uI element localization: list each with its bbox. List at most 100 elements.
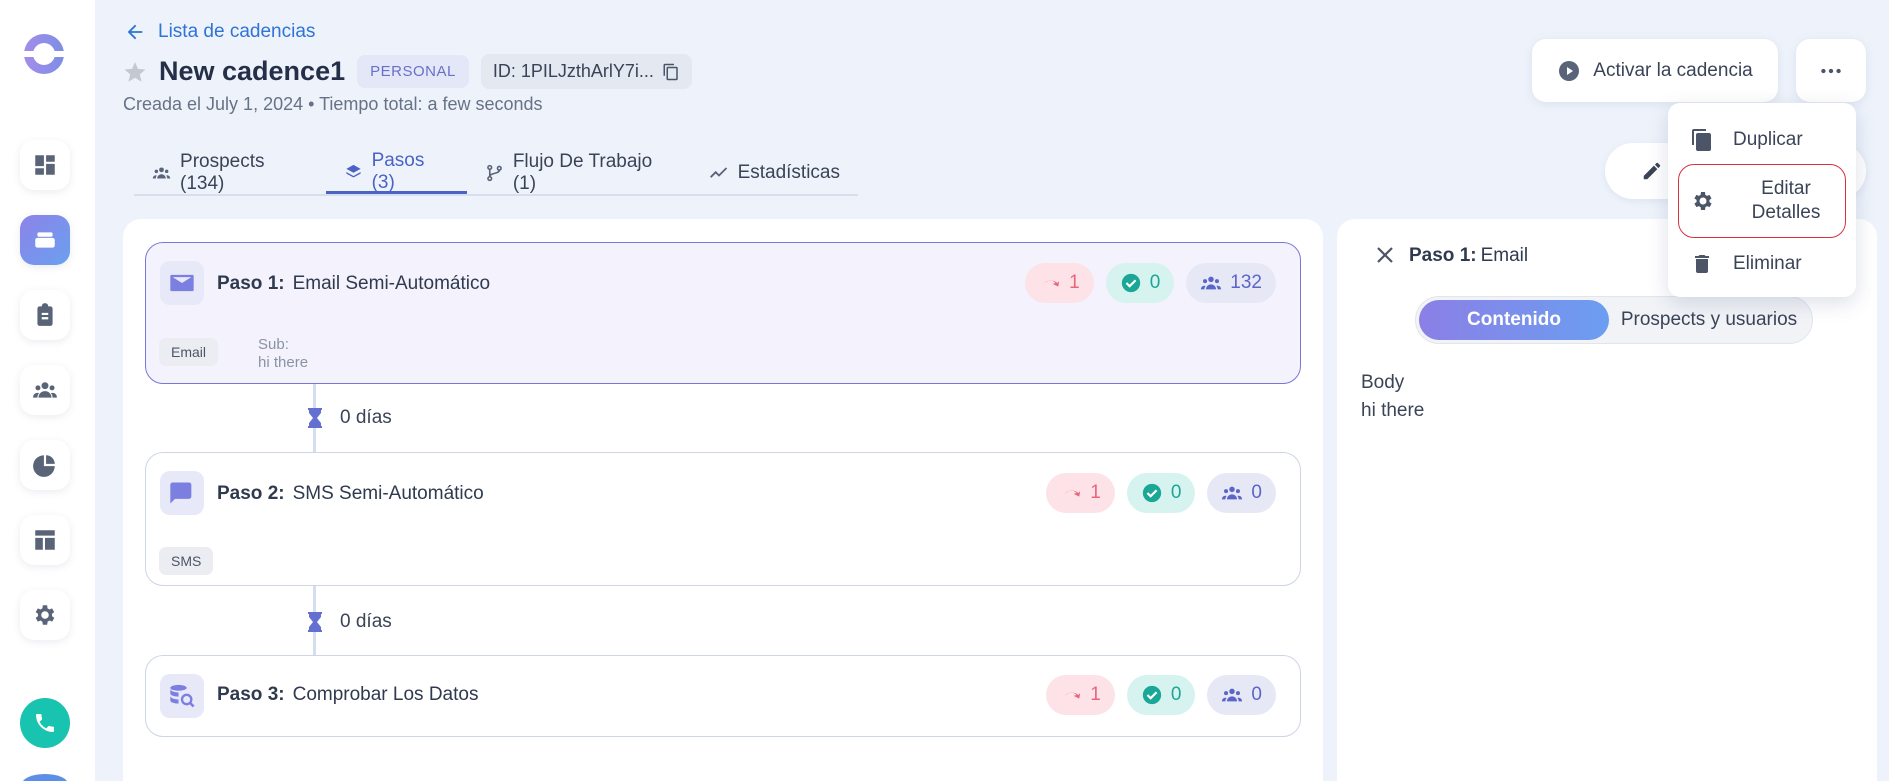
delay-label: 0 días xyxy=(340,407,392,428)
nav-cadences-button[interactable] xyxy=(20,215,70,265)
redo-arrow-icon xyxy=(1042,280,1060,287)
delay-2: 0 días xyxy=(306,611,392,633)
step-icon xyxy=(160,674,204,718)
avatar[interactable] xyxy=(22,774,68,781)
more-horizontal-icon xyxy=(1821,68,1841,73)
title-row: New cadence1 PERSONAL ID: 1PILJzthArlY7i… xyxy=(123,54,692,89)
copy-icon[interactable] xyxy=(662,63,680,81)
step-card-2[interactable]: Paso 2: SMS Semi-Automático 1 0 0 SMS xyxy=(145,452,1301,586)
phone-button[interactable] xyxy=(20,698,70,748)
stat-value: 132 xyxy=(1230,272,1262,293)
branch-icon xyxy=(486,164,502,182)
copy-icon xyxy=(1692,129,1711,151)
nav-reports-button[interactable] xyxy=(20,440,70,490)
gear-icon xyxy=(1694,192,1712,210)
layers-icon xyxy=(35,232,55,248)
stat-completed[interactable]: 0 xyxy=(1126,675,1196,715)
sidebar xyxy=(0,0,95,781)
step-card-1[interactable]: Paso 1: Email Semi-Automático 1 0 132 Ema… xyxy=(145,242,1301,384)
menu-item-delete[interactable]: Eliminar xyxy=(1668,238,1856,290)
subject-value: hi there xyxy=(258,354,309,371)
step-card-3[interactable]: Paso 3: Comprobar Los Datos 1 0 0 xyxy=(145,655,1301,737)
step-label: Paso 2: SMS Semi-Automático xyxy=(217,483,484,505)
menu-item-duplicate[interactable]: Duplicar xyxy=(1668,113,1856,167)
stat-value: 0 xyxy=(1170,684,1182,705)
more-options-menu: Duplicar Editar Detalles Eliminar xyxy=(1668,103,1856,297)
logo-icon xyxy=(20,34,68,74)
pie-chart-icon xyxy=(33,455,55,477)
step-type-tag: Email xyxy=(159,338,219,366)
stat-prospects[interactable]: 132 xyxy=(1186,263,1276,303)
steps-panel: Paso 1: Email Semi-Automático 1 0 132 Ema… xyxy=(123,219,1323,781)
back-link[interactable]: Lista de cadencias xyxy=(124,21,315,43)
back-link-label: Lista de cadencias xyxy=(158,21,316,42)
stat-value: 0 xyxy=(1170,482,1182,503)
clipboard-icon xyxy=(37,303,53,326)
tab-steps[interactable]: Pasos (3) xyxy=(325,149,467,194)
nav-settings-button[interactable] xyxy=(20,590,70,640)
redo-arrow-icon xyxy=(1063,490,1081,497)
stat-completed[interactable]: 0 xyxy=(1105,263,1175,303)
step-stats: 1 0 0 xyxy=(1046,473,1276,513)
database-search-icon xyxy=(170,684,195,708)
nav-templates-button[interactable] xyxy=(20,515,70,565)
tab-workflow[interactable]: Flujo De Trabajo (1) xyxy=(467,151,691,194)
stat-bounced[interactable]: 1 xyxy=(1046,473,1115,513)
step-icon xyxy=(160,471,204,515)
dashboard-icon xyxy=(35,155,55,175)
star-icon[interactable] xyxy=(123,60,147,84)
email-icon xyxy=(170,274,194,292)
personal-badge: PERSONAL xyxy=(357,55,469,88)
id-chip[interactable]: ID: 1PILJzthArlY7i... xyxy=(480,54,692,89)
step-label: Paso 3: Comprobar Los Datos xyxy=(217,684,478,706)
stat-bounced[interactable]: 1 xyxy=(1025,263,1094,303)
id-label: ID: 1PILJzthArlY7i... xyxy=(492,61,654,81)
body-value: hi there xyxy=(1361,400,1425,421)
menu-item-label: Duplicar xyxy=(1733,129,1803,150)
arrow-left-icon xyxy=(127,24,143,40)
step-stats: 1 0 132 xyxy=(1025,263,1276,303)
stat-value: 0 xyxy=(1251,684,1262,705)
segment-content[interactable]: Contenido xyxy=(1419,300,1609,340)
pencil-icon xyxy=(1643,162,1661,180)
people-icon xyxy=(1222,486,1243,500)
detail-segmented-control: Contenido Prospects y usuarios xyxy=(1415,296,1813,344)
tab-prospects-label: Prospects (134) xyxy=(180,151,265,194)
check-circle-icon xyxy=(1142,685,1162,705)
step-detail-panel: Paso 1: Email Contenido Prospects y usuar… xyxy=(1337,219,1877,781)
people-icon xyxy=(1222,688,1243,702)
redo-arrow-icon xyxy=(1063,692,1081,699)
stat-completed[interactable]: 0 xyxy=(1126,473,1196,513)
detail-title: Paso 1: Email xyxy=(1409,245,1528,267)
detail-step-number: Paso 1: xyxy=(1409,245,1477,266)
stat-prospects[interactable]: 0 xyxy=(1207,675,1276,715)
tab-statistics-label: Estadísticas xyxy=(737,162,840,183)
tab-statistics[interactable]: Estadísticas xyxy=(691,152,858,194)
close-icon[interactable] xyxy=(1373,243,1397,267)
stat-bounced[interactable]: 1 xyxy=(1046,675,1115,715)
trash-icon xyxy=(1695,255,1709,273)
tab-prospects[interactable]: Prospects (134) xyxy=(134,151,326,194)
activate-label: Activar la cadencia xyxy=(1593,59,1753,81)
step-name: Comprobar Los Datos xyxy=(292,684,479,705)
nav-tasks-button[interactable] xyxy=(20,290,70,340)
tab-workflow-label: Flujo De Trabajo (1) xyxy=(512,151,653,194)
step-name: Email Semi-Automático xyxy=(292,273,491,294)
menu-item-label: Eliminar xyxy=(1733,253,1802,274)
menu-item-edit-details[interactable]: Editar Detalles xyxy=(1678,164,1846,238)
stat-value: 1 xyxy=(1090,482,1101,503)
layers-icon xyxy=(345,164,361,178)
more-options-button[interactable] xyxy=(1796,39,1866,102)
tab-steps-label: Pasos (3) xyxy=(371,149,425,193)
step-icon xyxy=(160,261,204,305)
nav-contacts-button[interactable] xyxy=(20,365,70,415)
step-number: Paso 1: xyxy=(217,273,285,294)
chat-bubble-icon xyxy=(170,482,192,504)
segment-prospects-users[interactable]: Prospects y usuarios xyxy=(1609,300,1809,340)
activate-cadence-button[interactable]: Activar la cadencia xyxy=(1532,39,1778,102)
step-label: Paso 1: Email Semi-Automático xyxy=(217,273,490,295)
nav-dashboard-button[interactable] xyxy=(20,140,70,190)
stat-prospects[interactable]: 0 xyxy=(1207,473,1276,513)
hourglass-icon xyxy=(308,408,322,428)
stat-value: 1 xyxy=(1090,684,1101,705)
